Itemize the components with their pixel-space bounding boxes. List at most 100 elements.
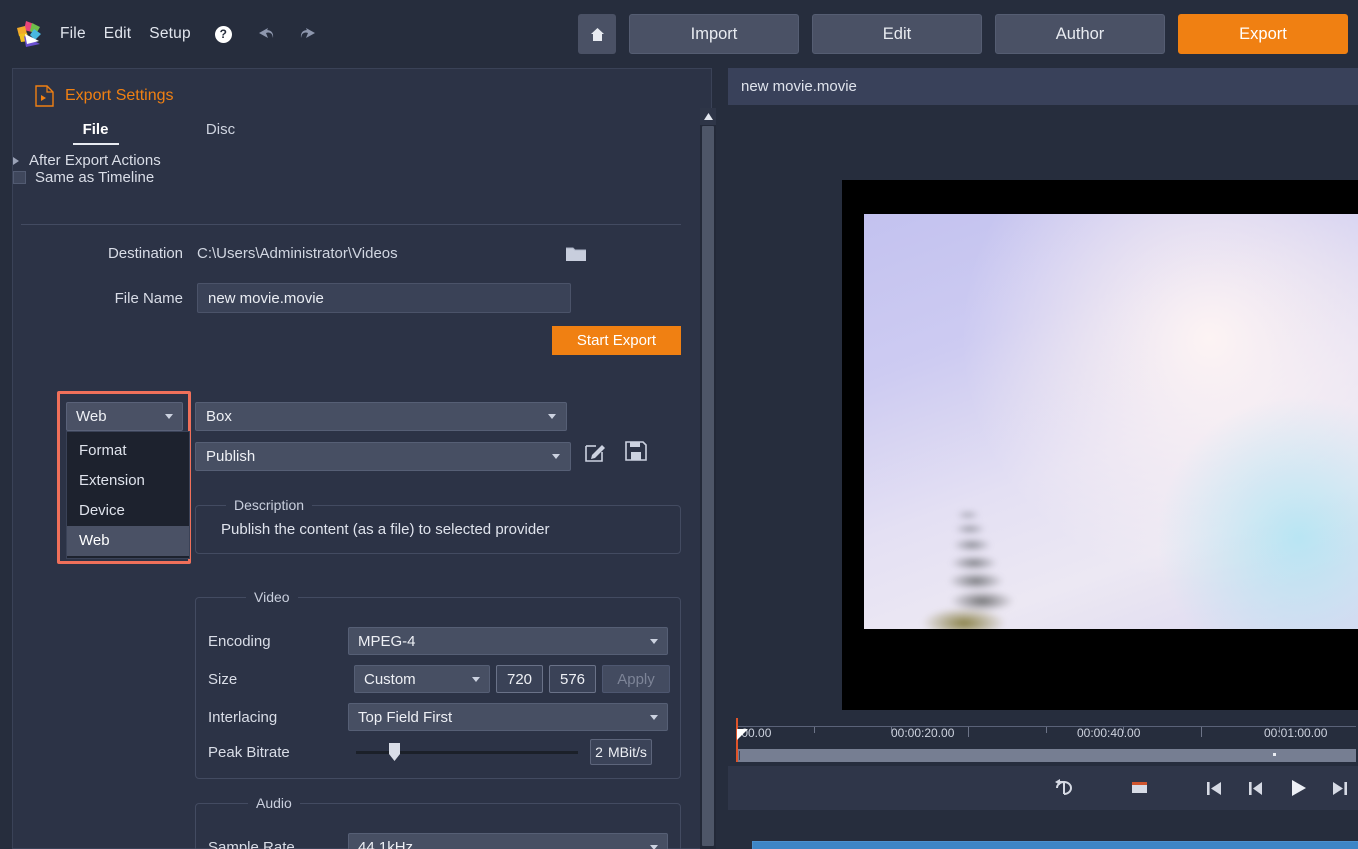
transport-controls bbox=[728, 766, 1358, 810]
video-encoding-select[interactable]: MPEG-4 bbox=[348, 627, 668, 655]
application-window: File Edit Setup ? Import Edit Author Exp… bbox=[0, 0, 1358, 849]
redo-arrow-icon[interactable] bbox=[298, 24, 320, 44]
timeline-playhead[interactable] bbox=[736, 718, 738, 762]
scrollbar-thumb[interactable] bbox=[702, 126, 714, 846]
panel-header: Export Settings bbox=[35, 85, 711, 107]
home-button[interactable] bbox=[578, 14, 616, 54]
action-select-value: Publish bbox=[206, 448, 256, 465]
folder-icon[interactable] bbox=[565, 245, 587, 262]
destination-value: C:\Users\Administrator\Videos bbox=[197, 245, 398, 262]
preview-header: new movie.movie bbox=[728, 68, 1358, 105]
timeline-label: 00:00:40.00 bbox=[1077, 726, 1141, 740]
slider-handle[interactable] bbox=[389, 743, 400, 761]
nav-tab-edit-label: Edit bbox=[882, 24, 912, 43]
type-option-format[interactable]: Format bbox=[67, 436, 189, 466]
file-name-row: File Name new movie.movie bbox=[33, 283, 571, 313]
help-circle-icon[interactable]: ? bbox=[214, 25, 232, 43]
video-interlacing-row: Interlacing Top Field First bbox=[208, 703, 670, 731]
type-select[interactable]: Web bbox=[66, 402, 183, 431]
timeline-scrub-bar[interactable] bbox=[736, 749, 1356, 762]
after-export-actions-expander[interactable]: After Export Actions bbox=[13, 152, 711, 169]
video-encoding-label: Encoding bbox=[208, 632, 271, 650]
status-area: Used space 9 Estimated file size: 0 B bbox=[728, 823, 1358, 849]
video-fieldset: Video Encoding MPEG-4 Size Custom 720 57… bbox=[195, 589, 681, 779]
used-space-bar: Used space 9 bbox=[752, 841, 1358, 849]
video-bitrate-slider[interactable] bbox=[356, 739, 582, 765]
export-settings-icon bbox=[35, 85, 54, 107]
destination-label: Destination bbox=[107, 245, 183, 262]
scrollbar-up-button[interactable] bbox=[700, 108, 716, 125]
workflow-nav: Import Edit Author Export bbox=[578, 14, 1348, 54]
destination-row: Destination C:\Users\Administrator\Video… bbox=[33, 245, 693, 262]
file-name-input[interactable]: new movie.movie bbox=[197, 283, 571, 313]
audio-fieldset: Audio Sample Rate 44.1kHz Channels Stere… bbox=[195, 795, 681, 849]
edit-pencil-icon[interactable] bbox=[584, 440, 607, 463]
timeline-tick bbox=[1201, 727, 1202, 737]
page-title: Export Settings bbox=[65, 87, 174, 104]
video-size-row: Size Custom 720 576 Apply bbox=[208, 665, 670, 693]
same-as-timeline-row[interactable]: Same as Timeline bbox=[13, 169, 711, 186]
app-logo-icon[interactable] bbox=[12, 17, 46, 51]
timeline-tick bbox=[1046, 727, 1047, 733]
video-size-preset-value: Custom bbox=[364, 670, 416, 688]
type-option-web[interactable]: Web bbox=[67, 526, 189, 556]
timeline-label: 00:00:20.00 bbox=[891, 726, 955, 740]
video-size-preset-select[interactable]: Custom bbox=[354, 665, 490, 693]
video-size-label: Size bbox=[208, 670, 238, 688]
chevron-down-icon bbox=[472, 676, 480, 682]
audio-sample-rate-value: 44.1kHz bbox=[358, 838, 414, 849]
video-interlacing-select[interactable]: Top Field First bbox=[348, 703, 668, 731]
same-as-timeline-label: Same as Timeline bbox=[35, 169, 155, 186]
video-width-input[interactable]: 720 bbox=[496, 665, 543, 693]
action-select[interactable]: Publish bbox=[195, 442, 571, 471]
menu-item-setup[interactable]: Setup bbox=[149, 25, 191, 43]
loop-icon[interactable] bbox=[1051, 775, 1077, 801]
nav-tab-export-label: Export bbox=[1239, 24, 1287, 43]
audio-sample-rate-select[interactable]: 44.1kHz bbox=[348, 833, 668, 849]
nav-tab-export[interactable]: Export bbox=[1178, 14, 1348, 54]
file-disc-tabs: File Disc bbox=[33, 121, 711, 152]
audio-sample-rate-label: Sample Rate bbox=[208, 838, 295, 849]
video-bitrate-value-box[interactable]: 2 MBit/s bbox=[590, 739, 652, 765]
file-name-label: File Name bbox=[114, 289, 183, 307]
menu-item-file[interactable]: File bbox=[60, 25, 86, 43]
type-option-device[interactable]: Device bbox=[67, 496, 189, 526]
video-size-apply-button[interactable]: Apply bbox=[602, 665, 670, 693]
chevron-down-icon bbox=[650, 844, 658, 849]
video-height-input[interactable]: 576 bbox=[549, 665, 596, 693]
menu-bar-items: File Edit Setup ? bbox=[60, 24, 320, 44]
play-icon[interactable] bbox=[1285, 775, 1311, 801]
export-settings-panel: Export Settings File Disc Destination C:… bbox=[12, 68, 712, 849]
nav-tab-edit[interactable]: Edit bbox=[812, 14, 982, 54]
video-encoding-row: Encoding MPEG-4 bbox=[208, 627, 670, 655]
preview-timeline[interactable]: :00.00 00:00:20.00 00:00:40.00 00:01:00.… bbox=[728, 718, 1358, 766]
provider-select[interactable]: Box bbox=[195, 402, 567, 431]
description-legend: Description bbox=[226, 497, 313, 513]
skip-to-end-icon[interactable] bbox=[1327, 775, 1353, 801]
preview-stage bbox=[728, 112, 1358, 714]
undo-arrow-icon[interactable] bbox=[254, 24, 276, 44]
jog-shuttle-icon[interactable] bbox=[1093, 781, 1185, 795]
nav-tab-import[interactable]: Import bbox=[629, 14, 799, 54]
nav-tab-author[interactable]: Author bbox=[995, 14, 1165, 54]
video-bitrate-value: 2 bbox=[595, 744, 603, 760]
chevron-down-icon bbox=[548, 414, 556, 419]
same-as-timeline-checkbox[interactable] bbox=[13, 171, 26, 184]
home-icon bbox=[589, 26, 606, 43]
timeline-ruler[interactable]: :00.00 00:00:20.00 00:00:40.00 00:01:00.… bbox=[736, 718, 1356, 744]
save-floppy-icon[interactable] bbox=[625, 440, 647, 462]
menu-item-edit[interactable]: Edit bbox=[104, 25, 132, 43]
tab-file[interactable]: File bbox=[33, 121, 158, 152]
start-export-button[interactable]: Start Export bbox=[552, 326, 681, 355]
video-frame-foliage bbox=[904, 483, 1114, 629]
skip-to-start-icon[interactable] bbox=[1201, 775, 1227, 801]
step-back-icon[interactable] bbox=[1243, 775, 1269, 801]
type-option-extension[interactable]: Extension bbox=[67, 466, 189, 496]
video-bitrate-unit: MBit/s bbox=[607, 744, 647, 760]
timeline-tick bbox=[814, 727, 815, 733]
video-encoding-value: MPEG-4 bbox=[358, 632, 416, 650]
video-legend: Video bbox=[246, 589, 298, 605]
tab-disc[interactable]: Disc bbox=[158, 121, 283, 152]
preview-title: new movie.movie bbox=[741, 78, 857, 95]
timeline-tick bbox=[968, 727, 969, 737]
